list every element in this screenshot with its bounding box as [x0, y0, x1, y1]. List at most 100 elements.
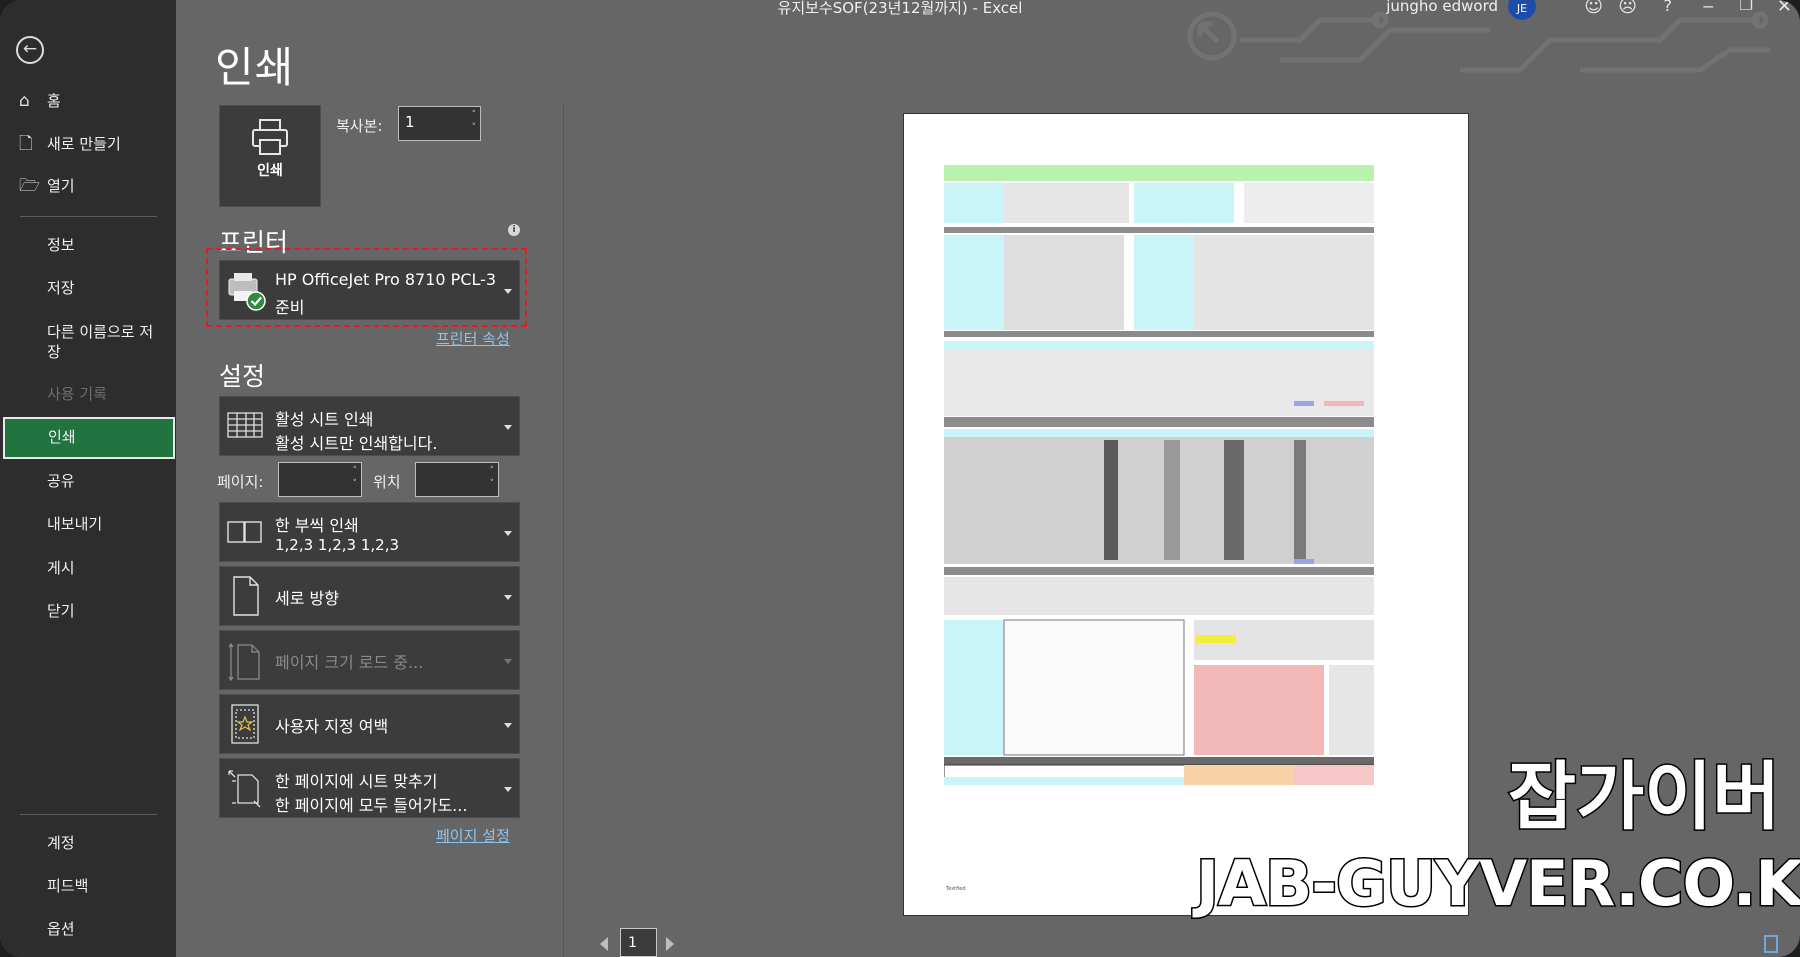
- page-setup-link[interactable]: 페이지 설정: [436, 825, 510, 846]
- back-arrow-icon[interactable]: ←: [16, 36, 44, 64]
- paper-size-select: 페이지 크기 로드 중...: [219, 630, 520, 690]
- next-page-icon[interactable]: [666, 937, 674, 951]
- home-icon: ⌂: [19, 91, 30, 111]
- stepper-arrows-icon[interactable]: ˄ ˅: [472, 109, 477, 135]
- copies-value: 1: [405, 113, 415, 131]
- chevron-down-icon: [504, 595, 512, 600]
- sidebar-item-open[interactable]: 🗁 열기: [0, 166, 176, 206]
- collate-select[interactable]: 한 부씩 인쇄 1,2,3 1,2,3 1,2,3: [219, 502, 520, 562]
- sidebar-item-share[interactable]: 공유: [0, 461, 176, 501]
- chevron-down-icon: [504, 531, 512, 536]
- print-preview-page: Textfied: [903, 113, 1469, 916]
- collate-desc: 1,2,3 1,2,3 1,2,3: [275, 536, 400, 554]
- help-icon[interactable]: ?: [1664, 0, 1673, 15]
- user-name[interactable]: jungho edword: [1386, 0, 1498, 15]
- watermark-korean: 잡가이버: [1506, 754, 1781, 840]
- sidebar-item-publish[interactable]: 게시: [0, 548, 176, 588]
- previous-page-icon[interactable]: [600, 937, 608, 951]
- smile-feedback-icon[interactable]: ☺: [1584, 0, 1603, 17]
- sidebar-item-label: 열기: [47, 177, 75, 195]
- sidebar-item-label: 계정: [47, 834, 75, 852]
- stepper-arrows-icon[interactable]: ˄ ˅: [353, 465, 358, 491]
- sidebar-item-label: 옵션: [47, 920, 75, 938]
- orientation-title: 세로 방향: [275, 589, 339, 608]
- sheet-grid-icon: [227, 412, 263, 438]
- sidebar-item-label: 공유: [47, 472, 75, 490]
- sidebar-item-export[interactable]: 내보내기: [0, 504, 176, 544]
- stepper-arrows-icon[interactable]: ˄ ˅: [490, 465, 495, 491]
- sidebar-item-label: 사용 기록: [47, 385, 107, 403]
- margins-title: 사용자 지정 여백: [275, 717, 389, 736]
- sidebar-item-label: 정보: [47, 236, 75, 254]
- printer-properties-link[interactable]: 프린터 속성: [436, 328, 510, 349]
- chevron-down-icon: [504, 425, 512, 430]
- custom-margins-icon: [231, 704, 259, 744]
- print-button-label: 인쇄: [257, 163, 283, 179]
- print-button[interactable]: 인쇄: [219, 105, 321, 207]
- sidebar-item-label: 게시: [47, 559, 75, 577]
- pages-to-label: 위치: [373, 473, 401, 491]
- sidebar-item-print[interactable]: 인쇄: [3, 417, 175, 459]
- collate-title: 한 부씩 인쇄: [275, 516, 359, 535]
- zoom-to-page-icon[interactable]: [1764, 935, 1778, 953]
- page-title: 인쇄: [215, 43, 295, 92]
- printer-highlight-box: [206, 248, 527, 327]
- chevron-down-icon: [504, 659, 512, 664]
- title-bar: 유지보수SOF(23년12월까지) - Excel jungho edword …: [0, 0, 1800, 20]
- sidebar-item-new[interactable]: 🗋 새로 만들기: [0, 124, 176, 164]
- paper-size-icon: [228, 642, 260, 681]
- orientation-select[interactable]: 세로 방향: [219, 566, 520, 626]
- pages-label: 페이지:: [217, 473, 264, 491]
- print-what-title: 활성 시트 인쇄: [275, 410, 374, 429]
- frown-feedback-icon[interactable]: ☹: [1618, 0, 1637, 17]
- chevron-down-icon: [504, 787, 512, 792]
- sidebar-item-label: 닫기: [47, 602, 75, 620]
- sidebar-item-account[interactable]: 계정: [0, 823, 176, 863]
- pixelated-spreadsheet-preview: [944, 165, 1374, 785]
- new-document-icon: 🗋: [19, 134, 33, 154]
- sidebar-item-info[interactable]: 정보: [0, 225, 176, 265]
- copies-label: 복사본:: [336, 117, 383, 135]
- excel-window: 유지보수SOF(23년12월까지) - Excel jungho edword …: [0, 0, 1800, 957]
- page-number-input[interactable]: 1: [620, 928, 657, 957]
- sidebar-item-history: 사용 기록: [0, 374, 176, 414]
- paper-size-title: 페이지 크기 로드 중...: [275, 653, 424, 672]
- preview-footer-text: Textfied: [946, 886, 966, 892]
- open-folder-icon: 🗁: [19, 176, 41, 196]
- sidebar-item-save-as[interactable]: 다른 이름으로 저장: [0, 322, 176, 366]
- fit-to-page-icon: [228, 770, 261, 808]
- panel-divider: [563, 105, 564, 957]
- sidebar-item-label: 홈: [47, 92, 61, 110]
- pages-to-stepper[interactable]: ˄ ˅: [415, 462, 499, 497]
- sidebar-item-label: 새로 만들기: [47, 135, 121, 153]
- sidebar-item-label: 다른 이름으로 저장: [47, 323, 154, 361]
- sidebar-item-home[interactable]: ⌂ 홈: [0, 81, 176, 121]
- collate-pages-icon: [227, 521, 262, 543]
- scaling-desc: 한 페이지에 모두 들어가도...: [275, 796, 468, 815]
- watermark-english: JAB-GUYVER.CO.KR: [1194, 847, 1800, 920]
- sidebar-item-close[interactable]: 닫기: [0, 591, 176, 631]
- sidebar-item-label: 저장: [47, 279, 75, 297]
- sidebar-item-label: 피드백: [47, 877, 89, 895]
- minimize-icon[interactable]: ‒: [1703, 0, 1714, 17]
- scaling-select[interactable]: 한 페이지에 시트 맞추기 한 페이지에 모두 들어가도...: [219, 758, 520, 818]
- print-what-select[interactable]: 활성 시트 인쇄 활성 시트만 인쇄합니다.: [219, 396, 520, 456]
- sidebar-item-label: 인쇄: [48, 428, 76, 446]
- sidebar-item-label: 내보내기: [47, 515, 103, 533]
- scaling-title: 한 페이지에 시트 맞추기: [275, 772, 438, 791]
- copies-stepper[interactable]: 1 ˄ ˅: [398, 106, 481, 141]
- close-icon[interactable]: ✕: [1777, 0, 1792, 17]
- portrait-page-icon: [233, 576, 259, 616]
- sidebar-item-options[interactable]: 옵션: [0, 909, 176, 949]
- info-icon[interactable]: i: [508, 224, 520, 236]
- print-what-desc: 활성 시트만 인쇄합니다.: [275, 434, 438, 453]
- margins-select[interactable]: 사용자 지정 여백: [219, 694, 520, 754]
- printer-icon: [252, 119, 288, 155]
- restore-icon[interactable]: ❐: [1740, 0, 1753, 14]
- settings-section-title: 설정: [219, 362, 266, 391]
- sidebar-divider: [20, 216, 157, 217]
- sidebar-item-save[interactable]: 저장: [0, 268, 176, 308]
- pages-from-stepper[interactable]: ˄ ˅: [278, 462, 362, 497]
- chevron-down-icon: [504, 723, 512, 728]
- sidebar-item-feedback[interactable]: 피드백: [0, 866, 176, 906]
